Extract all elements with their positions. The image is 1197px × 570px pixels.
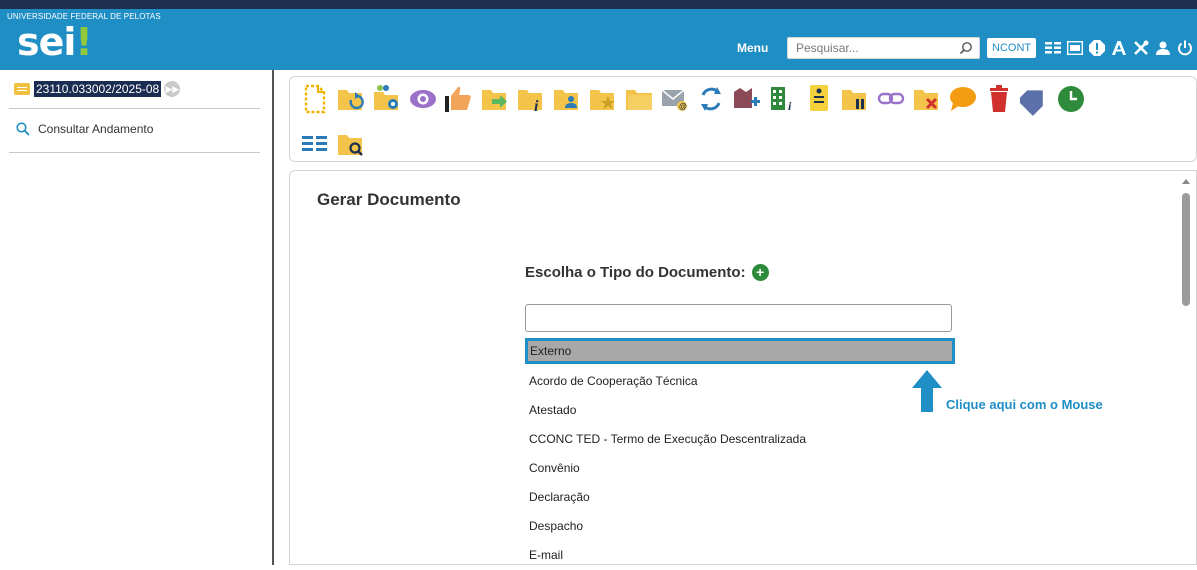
calendar-icon[interactable]	[1066, 39, 1084, 57]
list-view-icon[interactable]	[300, 127, 330, 161]
expand-arrows-icon[interactable]: ▶▶	[164, 81, 181, 97]
view-icon[interactable]	[408, 82, 438, 116]
search-icon[interactable]	[959, 41, 973, 55]
user-icon[interactable]	[1154, 39, 1172, 57]
process-document-icon[interactable]	[804, 82, 834, 116]
unit-selector[interactable]: NCONT	[987, 38, 1037, 58]
process-tree-root[interactable]: 23110.033002/2025-08 ▶▶	[14, 80, 181, 98]
document-type-item[interactable]: Externo	[525, 338, 955, 364]
font-size-icon[interactable]	[1110, 39, 1128, 57]
top-bar: UNIVERSIDADE FEDERAL DE PELOTAS sei! Men…	[0, 0, 1197, 70]
send-email-icon[interactable]: @	[660, 82, 690, 116]
folder-icon[interactable]	[624, 82, 654, 116]
document-type-filter-input[interactable]	[525, 304, 952, 332]
divider	[9, 152, 260, 153]
choose-type-heading: Escolha o Tipo do Documento: +	[525, 264, 769, 281]
logo-text: sei	[17, 20, 76, 64]
hint-text: Clique aqui com o Mouse	[946, 397, 1103, 412]
logo-bang: !	[75, 20, 92, 64]
sync-icon[interactable]	[696, 82, 726, 116]
link-icon[interactable]	[876, 82, 906, 116]
magnifier-icon	[16, 122, 30, 136]
main-content: Gerar Documento Escolha o Tipo do Docume…	[289, 170, 1197, 565]
assign-process-icon[interactable]	[372, 82, 402, 116]
process-tree-pane: 23110.033002/2025-08 ▶▶ Consultar Andame…	[0, 70, 274, 565]
search-folder-icon[interactable]	[336, 127, 366, 161]
document-type-item[interactable]: Despacho	[525, 512, 955, 541]
scroll-up-arrow-icon[interactable]	[1182, 179, 1190, 184]
menu-button[interactable]: Menu	[737, 41, 768, 55]
send-process-icon[interactable]	[480, 82, 510, 116]
process-folder-icon	[14, 83, 30, 95]
page-title: Gerar Documento	[317, 190, 461, 209]
top-icon-bar	[1044, 38, 1194, 58]
process-number[interactable]: 23110.033002/2025-08	[34, 81, 162, 97]
scrollbar[interactable]	[1178, 171, 1196, 566]
search-input[interactable]	[788, 38, 948, 58]
choose-type-label: Escolha o Tipo do Documento:	[525, 264, 746, 281]
document-type-item[interactable]: Atestado	[525, 396, 955, 425]
tag-icon[interactable]	[1017, 82, 1050, 116]
clock-icon[interactable]	[1056, 82, 1086, 116]
related-process-icon[interactable]	[552, 82, 582, 116]
add-interested-icon[interactable]	[732, 82, 762, 116]
reopen-process-icon[interactable]	[336, 82, 366, 116]
document-type-item[interactable]: Declaração	[525, 483, 955, 512]
scroll-thumb[interactable]	[1182, 193, 1190, 306]
document-type-item[interactable]: E-mail	[525, 541, 955, 570]
suspend-icon[interactable]	[840, 82, 870, 116]
svg-text:i: i	[788, 99, 792, 113]
alert-icon[interactable]	[1088, 39, 1106, 57]
include-document-icon[interactable]	[300, 82, 330, 116]
process-toolbar: i @ i	[289, 76, 1197, 162]
comment-icon[interactable]	[948, 82, 978, 116]
search-box[interactable]	[787, 37, 980, 59]
bookmark-process-icon[interactable]	[588, 82, 618, 116]
svg-text:i: i	[534, 98, 539, 115]
plus-icon[interactable]: +	[751, 264, 769, 281]
consultar-andamento-link[interactable]: Consultar Andamento	[16, 122, 153, 136]
divider	[9, 108, 260, 109]
sei-logo[interactable]: sei!	[17, 20, 93, 64]
process-info-icon[interactable]: i	[516, 82, 546, 116]
up-arrow-icon	[912, 370, 942, 412]
give-credit-icon[interactable]	[444, 82, 474, 116]
consultar-andamento-label: Consultar Andamento	[38, 122, 154, 136]
document-type-item[interactable]: Convênio	[525, 454, 955, 483]
tools-icon[interactable]	[1132, 39, 1150, 57]
list-icon[interactable]	[1044, 39, 1062, 57]
power-icon[interactable]	[1176, 39, 1194, 57]
units-icon[interactable]: i	[768, 82, 798, 116]
top-dark-strip	[0, 0, 1197, 9]
trash-icon[interactable]	[984, 82, 1014, 116]
svg-text:@: @	[679, 102, 687, 111]
document-type-list: Externo Acordo de Cooperação Técnica Atest…	[525, 338, 955, 570]
document-type-item[interactable]: Acordo de Cooperação Técnica	[525, 367, 955, 396]
delete-process-icon[interactable]	[912, 82, 942, 116]
document-type-item[interactable]: CCONC TED - Termo de Execução Descentral…	[525, 425, 955, 454]
